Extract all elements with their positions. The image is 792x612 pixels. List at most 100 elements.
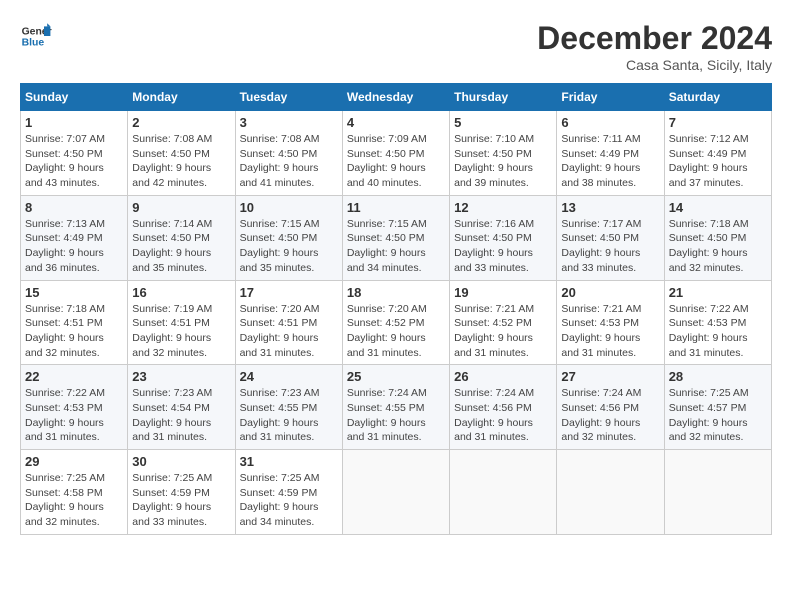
- day-info: Sunrise: 7:10 AMSunset: 4:50 PMDaylight:…: [454, 133, 534, 189]
- day-number: 2: [132, 115, 230, 130]
- day-info: Sunrise: 7:08 AMSunset: 4:50 PMDaylight:…: [132, 133, 212, 189]
- day-number: 3: [240, 115, 338, 130]
- header-tuesday: Tuesday: [235, 84, 342, 111]
- day-info: Sunrise: 7:12 AMSunset: 4:49 PMDaylight:…: [669, 133, 749, 189]
- day-number: 6: [561, 115, 659, 130]
- day-number: 17: [240, 285, 338, 300]
- calendar-cell: 13 Sunrise: 7:17 AMSunset: 4:50 PMDaylig…: [557, 195, 664, 280]
- day-number: 11: [347, 200, 445, 215]
- day-number: 27: [561, 369, 659, 384]
- day-number: 16: [132, 285, 230, 300]
- day-number: 31: [240, 454, 338, 469]
- day-number: 4: [347, 115, 445, 130]
- day-info: Sunrise: 7:25 AMSunset: 4:57 PMDaylight:…: [669, 387, 749, 443]
- day-number: 15: [25, 285, 123, 300]
- day-number: 18: [347, 285, 445, 300]
- month-title: December 2024: [537, 20, 772, 57]
- day-info: Sunrise: 7:22 AMSunset: 4:53 PMDaylight:…: [25, 387, 105, 443]
- day-number: 5: [454, 115, 552, 130]
- calendar-cell: 2 Sunrise: 7:08 AMSunset: 4:50 PMDayligh…: [128, 111, 235, 196]
- day-info: Sunrise: 7:24 AMSunset: 4:55 PMDaylight:…: [347, 387, 427, 443]
- page-header: General Blue December 2024 Casa Santa, S…: [20, 20, 772, 73]
- day-number: 22: [25, 369, 123, 384]
- day-number: 9: [132, 200, 230, 215]
- day-info: Sunrise: 7:13 AMSunset: 4:49 PMDaylight:…: [25, 218, 105, 274]
- day-info: Sunrise: 7:19 AMSunset: 4:51 PMDaylight:…: [132, 303, 212, 359]
- day-info: Sunrise: 7:25 AMSunset: 4:58 PMDaylight:…: [25, 472, 105, 528]
- day-number: 10: [240, 200, 338, 215]
- day-number: 13: [561, 200, 659, 215]
- day-number: 8: [25, 200, 123, 215]
- header-sunday: Sunday: [21, 84, 128, 111]
- calendar-cell: 6 Sunrise: 7:11 AMSunset: 4:49 PMDayligh…: [557, 111, 664, 196]
- day-info: Sunrise: 7:20 AMSunset: 4:52 PMDaylight:…: [347, 303, 427, 359]
- calendar-week-2: 8 Sunrise: 7:13 AMSunset: 4:49 PMDayligh…: [21, 195, 772, 280]
- day-info: Sunrise: 7:23 AMSunset: 4:55 PMDaylight:…: [240, 387, 320, 443]
- day-info: Sunrise: 7:15 AMSunset: 4:50 PMDaylight:…: [347, 218, 427, 274]
- day-number: 29: [25, 454, 123, 469]
- day-number: 14: [669, 200, 767, 215]
- calendar-cell: 3 Sunrise: 7:08 AMSunset: 4:50 PMDayligh…: [235, 111, 342, 196]
- day-info: Sunrise: 7:14 AMSunset: 4:50 PMDaylight:…: [132, 218, 212, 274]
- day-number: 28: [669, 369, 767, 384]
- calendar-cell: 24 Sunrise: 7:23 AMSunset: 4:55 PMDaylig…: [235, 365, 342, 450]
- day-info: Sunrise: 7:23 AMSunset: 4:54 PMDaylight:…: [132, 387, 212, 443]
- day-info: Sunrise: 7:25 AMSunset: 4:59 PMDaylight:…: [132, 472, 212, 528]
- day-info: Sunrise: 7:08 AMSunset: 4:50 PMDaylight:…: [240, 133, 320, 189]
- day-info: Sunrise: 7:24 AMSunset: 4:56 PMDaylight:…: [454, 387, 534, 443]
- day-info: Sunrise: 7:18 AMSunset: 4:50 PMDaylight:…: [669, 218, 749, 274]
- calendar-cell: 10 Sunrise: 7:15 AMSunset: 4:50 PMDaylig…: [235, 195, 342, 280]
- day-info: Sunrise: 7:25 AMSunset: 4:59 PMDaylight:…: [240, 472, 320, 528]
- calendar-cell: 14 Sunrise: 7:18 AMSunset: 4:50 PMDaylig…: [664, 195, 771, 280]
- day-info: Sunrise: 7:15 AMSunset: 4:50 PMDaylight:…: [240, 218, 320, 274]
- header-friday: Friday: [557, 84, 664, 111]
- header-thursday: Thursday: [450, 84, 557, 111]
- day-number: 7: [669, 115, 767, 130]
- header-row: SundayMondayTuesdayWednesdayThursdayFrid…: [21, 84, 772, 111]
- calendar-cell: 25 Sunrise: 7:24 AMSunset: 4:55 PMDaylig…: [342, 365, 449, 450]
- day-number: 25: [347, 369, 445, 384]
- day-info: Sunrise: 7:22 AMSunset: 4:53 PMDaylight:…: [669, 303, 749, 359]
- calendar-cell: 30 Sunrise: 7:25 AMSunset: 4:59 PMDaylig…: [128, 450, 235, 535]
- calendar-cell: [450, 450, 557, 535]
- day-number: 26: [454, 369, 552, 384]
- calendar-week-1: 1 Sunrise: 7:07 AMSunset: 4:50 PMDayligh…: [21, 111, 772, 196]
- calendar-cell: 16 Sunrise: 7:19 AMSunset: 4:51 PMDaylig…: [128, 280, 235, 365]
- calendar-cell: 11 Sunrise: 7:15 AMSunset: 4:50 PMDaylig…: [342, 195, 449, 280]
- day-info: Sunrise: 7:16 AMSunset: 4:50 PMDaylight:…: [454, 218, 534, 274]
- day-info: Sunrise: 7:21 AMSunset: 4:52 PMDaylight:…: [454, 303, 534, 359]
- calendar-cell: 23 Sunrise: 7:23 AMSunset: 4:54 PMDaylig…: [128, 365, 235, 450]
- calendar-cell: 12 Sunrise: 7:16 AMSunset: 4:50 PMDaylig…: [450, 195, 557, 280]
- header-saturday: Saturday: [664, 84, 771, 111]
- calendar-cell: 22 Sunrise: 7:22 AMSunset: 4:53 PMDaylig…: [21, 365, 128, 450]
- day-info: Sunrise: 7:21 AMSunset: 4:53 PMDaylight:…: [561, 303, 641, 359]
- calendar-cell: 7 Sunrise: 7:12 AMSunset: 4:49 PMDayligh…: [664, 111, 771, 196]
- header-wednesday: Wednesday: [342, 84, 449, 111]
- calendar-cell: 5 Sunrise: 7:10 AMSunset: 4:50 PMDayligh…: [450, 111, 557, 196]
- calendar-week-3: 15 Sunrise: 7:18 AMSunset: 4:51 PMDaylig…: [21, 280, 772, 365]
- calendar-cell: 19 Sunrise: 7:21 AMSunset: 4:52 PMDaylig…: [450, 280, 557, 365]
- calendar-cell: 8 Sunrise: 7:13 AMSunset: 4:49 PMDayligh…: [21, 195, 128, 280]
- day-number: 30: [132, 454, 230, 469]
- calendar-cell: 18 Sunrise: 7:20 AMSunset: 4:52 PMDaylig…: [342, 280, 449, 365]
- day-number: 23: [132, 369, 230, 384]
- calendar-cell: 4 Sunrise: 7:09 AMSunset: 4:50 PMDayligh…: [342, 111, 449, 196]
- day-info: Sunrise: 7:18 AMSunset: 4:51 PMDaylight:…: [25, 303, 105, 359]
- day-number: 19: [454, 285, 552, 300]
- day-number: 1: [25, 115, 123, 130]
- calendar-cell: 1 Sunrise: 7:07 AMSunset: 4:50 PMDayligh…: [21, 111, 128, 196]
- day-number: 12: [454, 200, 552, 215]
- calendar-cell: 15 Sunrise: 7:18 AMSunset: 4:51 PMDaylig…: [21, 280, 128, 365]
- calendar-cell: [664, 450, 771, 535]
- day-info: Sunrise: 7:20 AMSunset: 4:51 PMDaylight:…: [240, 303, 320, 359]
- calendar-cell: 9 Sunrise: 7:14 AMSunset: 4:50 PMDayligh…: [128, 195, 235, 280]
- day-number: 20: [561, 285, 659, 300]
- day-number: 24: [240, 369, 338, 384]
- day-info: Sunrise: 7:24 AMSunset: 4:56 PMDaylight:…: [561, 387, 641, 443]
- calendar-cell: 26 Sunrise: 7:24 AMSunset: 4:56 PMDaylig…: [450, 365, 557, 450]
- calendar-cell: 17 Sunrise: 7:20 AMSunset: 4:51 PMDaylig…: [235, 280, 342, 365]
- day-number: 21: [669, 285, 767, 300]
- calendar-cell: 27 Sunrise: 7:24 AMSunset: 4:56 PMDaylig…: [557, 365, 664, 450]
- day-info: Sunrise: 7:11 AMSunset: 4:49 PMDaylight:…: [561, 133, 640, 189]
- calendar-cell: 28 Sunrise: 7:25 AMSunset: 4:57 PMDaylig…: [664, 365, 771, 450]
